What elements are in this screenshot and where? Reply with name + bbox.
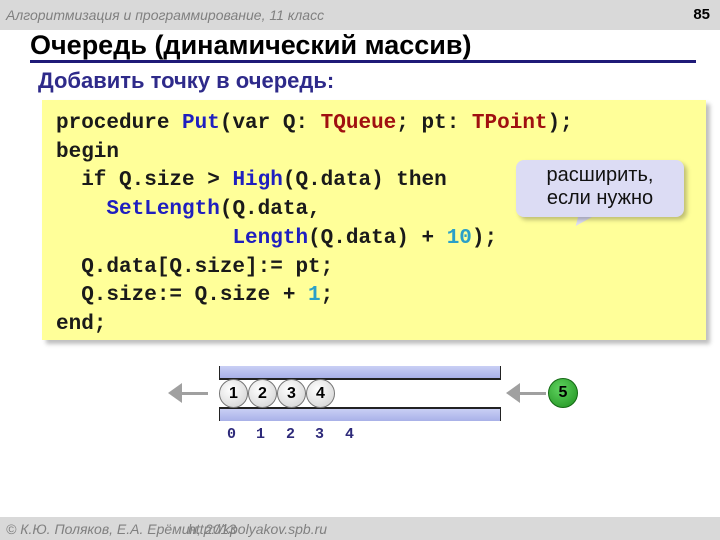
page-number: 85 xyxy=(693,6,710,23)
code-line-2: begin xyxy=(56,140,120,164)
keyword: procedure xyxy=(56,112,183,135)
new-element: 5 xyxy=(548,378,578,408)
code-text: ; xyxy=(320,284,334,308)
number-literal: 1 xyxy=(308,284,321,308)
index-label: 0 xyxy=(227,426,237,443)
website-link[interactable]: http://kpolyakov.spb.ru xyxy=(188,521,327,537)
code-line-3: if Q.size > High(Q.data) then xyxy=(56,169,447,193)
code-text: Q.size:= Q.size + xyxy=(56,284,309,308)
queue-wall-top xyxy=(219,366,501,380)
queue-element: 3 xyxy=(277,379,306,408)
code-line-5: Length(Q.data) + 10); xyxy=(56,227,497,250)
queue-element: 2 xyxy=(248,379,277,408)
footer-bar: © К.Ю. Поляков, Е.А. Ерёмин, 2013 http:/… xyxy=(0,517,720,540)
function-name: SetLength xyxy=(106,198,220,222)
course-title: Алгоритмизация и программирование, 11 кл… xyxy=(6,7,325,23)
code-text: (Q.data) then xyxy=(282,169,447,193)
queue-wall-bottom xyxy=(219,407,501,421)
slide-subtitle: Добавить точку в очередь: xyxy=(38,68,335,93)
code-line-8: end; xyxy=(56,312,107,336)
procedure-name: Put xyxy=(182,112,220,135)
number-literal: 10 xyxy=(446,226,472,250)
header-bar: Алгоритмизация и программирование, 11 кл… xyxy=(0,0,720,30)
function-name: High xyxy=(232,169,283,193)
arrow-left-in-icon xyxy=(506,382,546,404)
callout-line-2: если нужно xyxy=(546,187,654,209)
title-divider xyxy=(30,60,696,63)
code-text: ); xyxy=(471,226,498,250)
code-text: ; pt: xyxy=(396,112,472,135)
arrow-left-out-icon xyxy=(168,382,208,404)
code-line-4: SetLength(Q.data, xyxy=(56,198,321,222)
code-text: (Q.data, xyxy=(219,198,321,222)
index-label: 3 xyxy=(315,426,325,443)
code-listing: procedure Put(var Q: TQueue; pt: TPoint)… xyxy=(56,110,573,340)
callout-text: расширить, если нужно xyxy=(516,164,684,210)
queue-element: 1 xyxy=(219,379,248,408)
index-label: 4 xyxy=(345,426,355,443)
function-name: Length xyxy=(232,226,309,250)
code-line-6: Q.data[Q.size]:= pt; xyxy=(56,255,334,279)
callout-line-1: расширить, xyxy=(546,164,654,186)
code-text: (Q.data) + xyxy=(308,226,447,250)
type-name: TQueue xyxy=(320,112,397,135)
type-name: TPoint xyxy=(471,112,548,135)
code-block: procedure Put(var Q: TQueue; pt: TPoint)… xyxy=(42,100,706,340)
slide-title: Очередь (динамический массив) xyxy=(30,30,472,60)
index-label: 1 xyxy=(256,426,266,443)
code-line-1: procedure Put(var Q: TQueue; pt: TPoint)… xyxy=(56,112,573,135)
code-line-7: Q.size:= Q.size + 1; xyxy=(56,284,333,307)
code-text: (var Q: xyxy=(219,112,321,135)
index-label: 2 xyxy=(286,426,296,443)
queue-element: 4 xyxy=(306,379,335,408)
code-text: if Q.size > xyxy=(56,169,233,193)
callout-bubble: расширить, если нужно xyxy=(516,160,684,217)
code-text: ); xyxy=(547,112,573,135)
